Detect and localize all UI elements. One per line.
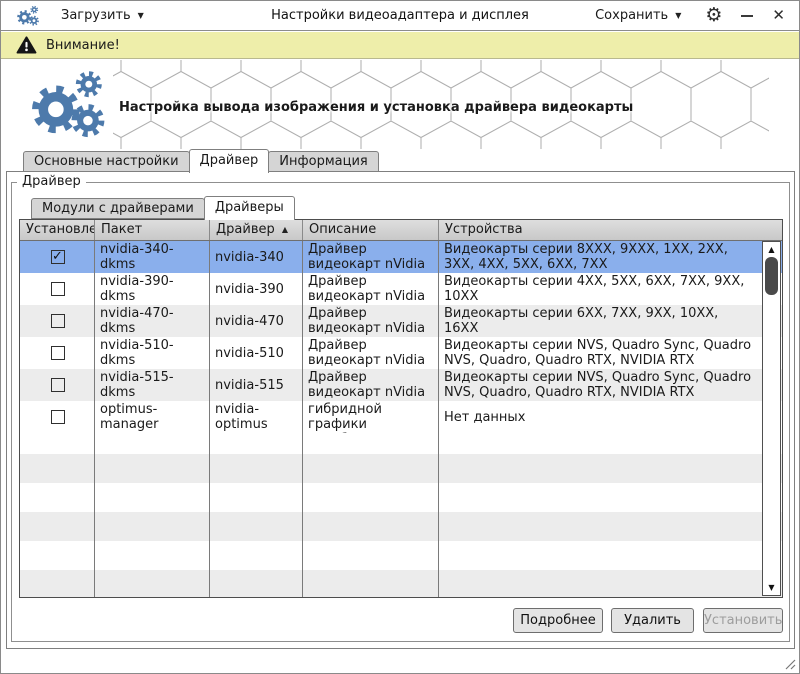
cell-description: Драйвер видеокарт nVidia [303,241,439,273]
cell-devices: Видеокарты серии 8XXX, 9XXX, 1XX, 2XX, 3… [439,241,782,273]
check-icon: ✓ [52,250,63,263]
cell-driver: nvidia-510 [210,337,303,369]
empty-rows-area [20,454,782,597]
table-row[interactable]: nvidia-515-dkms nvidia-515 Драйвер видео… [20,369,782,401]
warning-banner: Внимание! [1,32,799,59]
sort-ascending-icon: ▲ [282,220,288,240]
save-menu-label: Сохранить [595,8,668,23]
table-row[interactable]: ✓ nvidia-340-dkms nvidia-340 Драйвер вид… [20,241,782,273]
cell-description: Драйвер гибридной графики ноутбука [303,401,439,433]
driver-tab-panel: Драйвер Модули с драйверами Драйверы Уст… [6,171,795,649]
install-button[interactable]: Установить [703,608,783,633]
tab-information[interactable]: Информация [268,151,378,172]
scrollbar-thumb[interactable] [765,257,778,295]
driver-sub-tab-bar: Модули с драйверами Драйверы [31,195,294,219]
cell-package: nvidia-515-dkms [95,369,210,401]
driver-groupbox: Драйвер Модули с драйверами Драйверы Уст… [11,182,790,642]
cell-package: nvidia-340-dkms [95,241,210,273]
cell-package: nvidia-470-dkms [95,305,210,337]
tab-driver[interactable]: Драйвер [189,149,270,173]
installed-checkbox[interactable] [51,378,65,392]
resize-grip[interactable] [784,658,796,670]
installed-checkbox[interactable] [51,314,65,328]
minimize-icon [741,15,753,18]
load-menu-label: Загрузить [61,8,131,23]
hero-header: Настройка вывода изображения и установка… [1,60,799,149]
column-header-driver-label: Драйвер [216,220,275,240]
cell-description: Драйвер видеокарт nVidia [303,305,439,337]
remove-button[interactable]: Удалить [611,608,694,633]
installed-checkbox[interactable] [51,282,65,296]
cell-devices: Видеокарты серии NVS, Quadro Sync, Quadr… [439,337,782,369]
load-menu-button[interactable]: Загрузить ▼ [55,5,150,26]
details-button[interactable]: Подробнее [513,608,603,633]
table-body: ✓ nvidia-340-dkms nvidia-340 Драйвер вид… [20,241,782,597]
cell-description: Драйвер видеокарт nVidia [303,273,439,305]
cell-driver: nvidia-515 [210,369,303,401]
installed-checkbox[interactable] [51,410,65,424]
cell-devices: Нет данных [439,401,782,433]
column-header-devices[interactable]: Устройства [439,220,782,240]
column-header-description[interactable]: Описание [303,220,439,240]
app-gears-icon [15,4,41,28]
column-divider [209,241,210,597]
cell-driver: nvidia-340 [210,241,303,273]
app-window: Загрузить ▼ Настройки видеоадаптера и ди… [0,0,800,674]
tab-main-settings[interactable]: Основные настройки [23,151,190,172]
table-row[interactable]: nvidia-510-dkms nvidia-510 Драйвер видео… [20,337,782,369]
cell-devices: Видеокарты серии 6XX, 7XX, 9XX, 10XX, 16… [439,305,782,337]
chevron-down-icon: ▼ [675,12,681,20]
title-bar: Загрузить ▼ Настройки видеоадаптера и ди… [1,1,799,31]
cell-package: optimus-manager [95,401,210,433]
status-bar [1,650,799,673]
cell-driver: nvidia-470 [210,305,303,337]
installed-checkbox[interactable]: ✓ [51,250,65,264]
cell-devices: Видеокарты серии 4XX, 5XX, 6XX, 7XX, 9XX… [439,273,782,305]
column-divider [302,241,303,597]
column-header-installed[interactable]: Установлен [20,220,95,240]
tab-driver-modules[interactable]: Модули с драйверами [31,198,205,219]
column-divider [438,241,439,597]
gears-illustration [23,66,113,144]
warning-text: Внимание! [46,38,120,53]
cell-description: Драйвер видеокарт nVidia [303,337,439,369]
column-divider [94,241,95,597]
vertical-scrollbar[interactable]: ▲ ▼ [762,241,781,596]
hero-title: Настройка вывода изображения и установка… [119,100,633,115]
drivers-table: Установлен Пакет Драйвер ▲ Описание Устр… [19,219,783,598]
cell-description: Драйвер видеокарт nVidia [303,369,439,401]
settings-gear-icon[interactable]: ⚙ [705,6,722,25]
column-header-driver[interactable]: Драйвер ▲ [210,220,303,240]
close-button[interactable]: ✕ [772,8,785,23]
scroll-up-icon[interactable]: ▲ [763,243,780,256]
tab-drivers[interactable]: Драйверы [204,196,295,220]
groupbox-label: Драйвер [17,174,86,189]
cell-driver: nvidia-optimus [210,401,303,433]
cell-package: nvidia-510-dkms [95,337,210,369]
warning-icon [16,36,37,54]
minimize-button[interactable] [740,7,754,25]
cell-package: nvidia-390-dkms [95,273,210,305]
table-row[interactable]: nvidia-390-dkms nvidia-390 Драйвер видео… [20,273,782,305]
table-row[interactable]: nvidia-470-dkms nvidia-470 Драйвер видео… [20,305,782,337]
table-header: Установлен Пакет Драйвер ▲ Описание Устр… [20,220,782,241]
table-row[interactable]: optimus-manager nvidia-optimus Драйвер г… [20,401,782,433]
scroll-down-icon[interactable]: ▼ [763,581,780,594]
installed-checkbox[interactable] [51,346,65,360]
titlebar-right-controls: Сохранить ▼ ⚙ ✕ [589,5,785,26]
main-tab-bar: Основные настройки Драйвер Информация [1,149,799,172]
cell-driver: nvidia-390 [210,273,303,305]
chevron-down-icon: ▼ [138,12,144,20]
cell-devices: Видеокарты серии NVS, Quadro Sync, Quadr… [439,369,782,401]
save-menu-button[interactable]: Сохранить ▼ [589,5,687,26]
column-header-package[interactable]: Пакет [95,220,210,240]
